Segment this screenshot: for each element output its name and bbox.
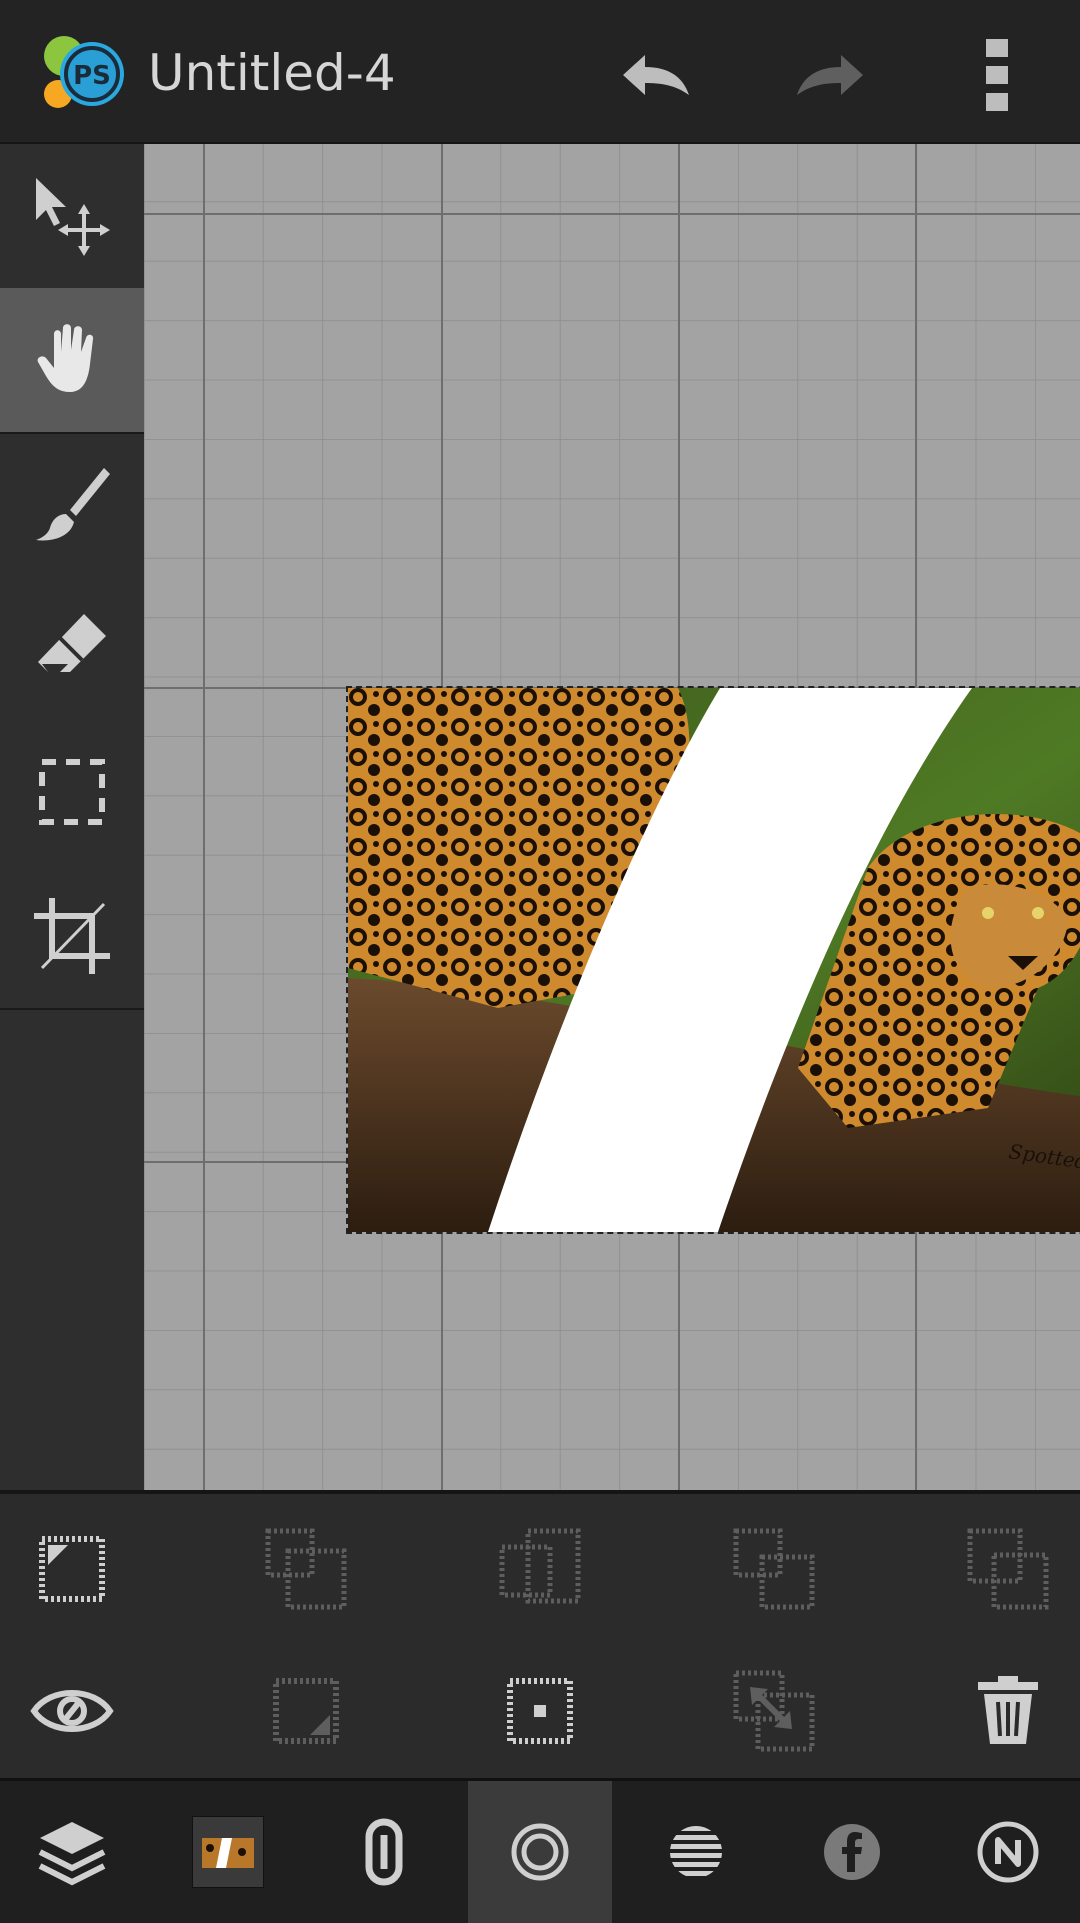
scale-icon bbox=[733, 1670, 815, 1752]
facebook-icon bbox=[824, 1824, 880, 1880]
crop-tool[interactable] bbox=[0, 864, 144, 1008]
document-title: Untitled-4 bbox=[148, 44, 396, 102]
app-logo-icon[interactable]: PS bbox=[40, 28, 132, 116]
layer-arrange-button[interactable] bbox=[719, 1514, 829, 1624]
top-app-bar: PS Untitled-4 bbox=[0, 0, 1080, 144]
layer-copy-button[interactable] bbox=[251, 1514, 361, 1624]
tool-sidebar bbox=[0, 144, 144, 1490]
link-icon bbox=[365, 1818, 403, 1886]
center-icon bbox=[507, 1678, 573, 1744]
canvas-area[interactable]: Spotted bbox=[144, 144, 1080, 1490]
trash-icon bbox=[978, 1676, 1038, 1744]
layer-merge-icon bbox=[499, 1528, 581, 1604]
visibility-icon bbox=[30, 1690, 114, 1732]
layer-arrange-icon bbox=[733, 1528, 815, 1610]
tool-separator bbox=[0, 1008, 144, 1010]
center-button[interactable] bbox=[485, 1656, 595, 1766]
blend-button[interactable] bbox=[624, 1781, 768, 1923]
crop-icon bbox=[34, 898, 110, 974]
facebook-button[interactable] bbox=[780, 1781, 924, 1923]
n-icon bbox=[977, 1821, 1039, 1883]
link-button[interactable] bbox=[312, 1781, 456, 1923]
layer-image-jaguar[interactable]: Spotted bbox=[346, 686, 1080, 1234]
layer-merge-button[interactable] bbox=[485, 1514, 595, 1624]
resize-corner-button[interactable] bbox=[251, 1656, 361, 1766]
logo-text: PS bbox=[73, 61, 111, 91]
layer-thumbnail-button[interactable] bbox=[156, 1781, 300, 1923]
select-corner-icon bbox=[39, 1536, 105, 1602]
overflow-menu-icon bbox=[986, 39, 1008, 111]
opacity-button[interactable] bbox=[468, 1781, 612, 1923]
delete-layer-button[interactable] bbox=[953, 1656, 1063, 1766]
brush-tool[interactable] bbox=[0, 432, 144, 576]
layers-icon bbox=[38, 1822, 106, 1886]
scale-button[interactable] bbox=[719, 1656, 829, 1766]
undo-button[interactable] bbox=[612, 30, 702, 120]
eraser-icon bbox=[38, 614, 106, 672]
layers-button[interactable] bbox=[0, 1781, 144, 1923]
redo-icon bbox=[797, 55, 863, 95]
redo-button[interactable] bbox=[784, 30, 874, 120]
pan-tool[interactable] bbox=[0, 288, 144, 432]
marquee-icon bbox=[39, 759, 105, 825]
opacity-icon bbox=[511, 1823, 569, 1881]
move-tool[interactable] bbox=[0, 144, 144, 288]
brush-icon bbox=[36, 468, 110, 541]
layer-thumbnail bbox=[192, 1816, 264, 1888]
n-button[interactable] bbox=[936, 1781, 1080, 1923]
overflow-menu-button[interactable] bbox=[952, 30, 1042, 120]
blend-icon bbox=[670, 1826, 722, 1876]
selection-tool[interactable] bbox=[0, 720, 144, 864]
layer-copy-icon bbox=[265, 1528, 347, 1610]
resize-corner-icon bbox=[273, 1678, 339, 1744]
visibility-button[interactable] bbox=[17, 1656, 127, 1766]
layer-duplicate-icon bbox=[967, 1528, 1049, 1610]
bottom-bar bbox=[0, 1778, 1080, 1923]
layer-options-panel bbox=[0, 1490, 1080, 1782]
select-corner-button[interactable] bbox=[17, 1514, 127, 1624]
move-icon bbox=[36, 178, 110, 256]
hand-icon bbox=[37, 324, 94, 392]
undo-icon bbox=[623, 55, 689, 95]
eraser-tool[interactable] bbox=[0, 576, 144, 720]
layer-duplicate-button[interactable] bbox=[953, 1514, 1063, 1624]
